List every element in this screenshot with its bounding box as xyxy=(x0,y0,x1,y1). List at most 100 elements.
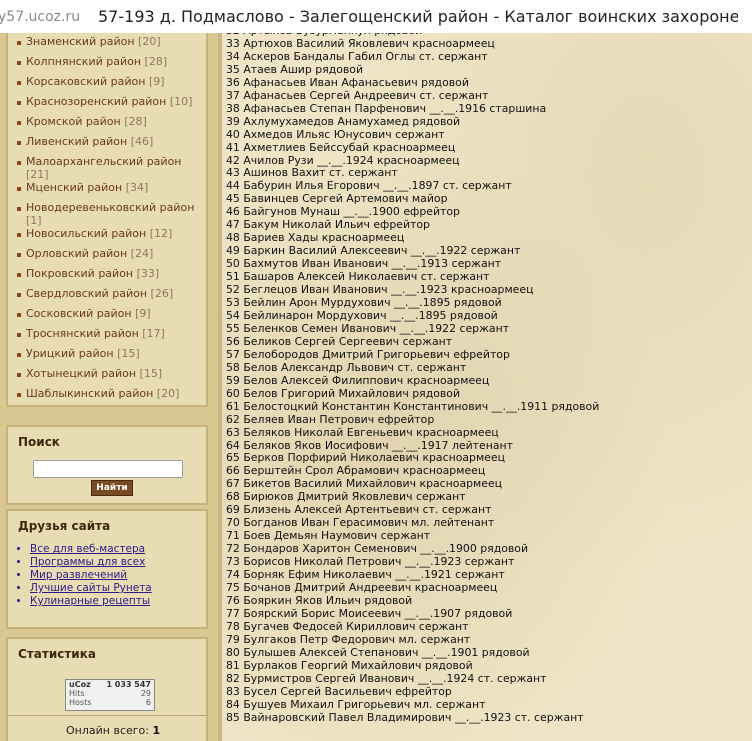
region-item[interactable]: Малоархангельский район [21] xyxy=(8,155,206,181)
sidebar: Знаменский район [20] Колпнянский район [… xyxy=(0,33,218,741)
burial-entry: 54 Бейлинарон Мордухович __.__.1895 рядо… xyxy=(226,308,498,322)
region-link[interactable]: Сосковский район xyxy=(26,307,132,320)
region-item[interactable]: Знаменский район [20] xyxy=(8,35,206,55)
counter-brand: uCoz xyxy=(69,680,91,689)
region-count: [20] xyxy=(138,35,161,48)
online-value: 1 xyxy=(152,724,161,737)
friends-title: Друзья сайта xyxy=(18,519,111,533)
burial-entry: 36 Афанасьев Иван Афанасьевич рядовой xyxy=(226,75,469,89)
search-button[interactable]: Найти xyxy=(91,480,133,496)
page-title: 57-193 д. Подмаслово - Залегощенский рай… xyxy=(98,7,738,26)
burial-entry: 77 Боярский Борис Моисеевич __.__.1907 р… xyxy=(226,606,513,620)
region-link[interactable]: Новодеревеньковский район xyxy=(26,201,194,214)
region-item[interactable]: Сосковский район [9] xyxy=(8,307,206,327)
region-item[interactable]: Мценский район [34] xyxy=(8,181,206,201)
region-count: [1] xyxy=(26,214,42,227)
search-input[interactable] xyxy=(33,460,183,478)
region-item[interactable]: Корсаковский район [9] xyxy=(8,75,206,95)
friend-link[interactable]: Лучшие сайты Рунета xyxy=(30,582,206,595)
region-link[interactable]: Троснянский район xyxy=(26,327,139,340)
region-link[interactable]: Покровский район xyxy=(26,267,133,280)
region-count: [28] xyxy=(124,115,147,128)
region-count: [26] xyxy=(150,287,174,300)
friend-link[interactable]: Все для веб-мастера xyxy=(30,543,206,556)
hits-value: 29 xyxy=(140,689,151,698)
burial-entry-list: 32 Артыков Бузурманкул рядовой33 Артюхов… xyxy=(226,33,599,724)
region-item[interactable]: Колпнянский район [28] xyxy=(8,55,206,75)
region-count: [21] xyxy=(26,168,49,181)
region-list: Знаменский район [20] Колпнянский район [… xyxy=(8,33,206,407)
region-count: [17] xyxy=(142,327,165,340)
region-link[interactable]: Краснозоренский район xyxy=(26,95,166,108)
region-item[interactable]: Орловский район [24] xyxy=(8,247,206,267)
search-panel: Поиск Найти xyxy=(6,425,208,505)
region-item[interactable]: Новодеревеньковский район [1] xyxy=(8,201,206,227)
online-label: Онлайн всего: xyxy=(66,724,149,737)
region-link[interactable]: Орловский район xyxy=(26,247,127,260)
region-link[interactable]: Малоархангельский район xyxy=(26,155,182,168)
friend-link[interactable]: Программы для всех xyxy=(30,556,206,569)
region-item[interactable]: Троснянский район [17] xyxy=(8,327,206,347)
burial-entry: 79 Булгаков Петр Федорович мл. сержант xyxy=(226,632,471,646)
region-count: [46] xyxy=(130,135,154,148)
burial-entry: 76 Бояркин Яков Ильич рядовой xyxy=(226,593,413,607)
search-title: Поиск xyxy=(18,435,60,449)
burial-entry: 41 Ахметлиев Бейссубай красноармеец xyxy=(226,140,456,154)
region-item[interactable]: Урицкий район [15] xyxy=(8,347,206,367)
region-count: [34] xyxy=(125,181,149,194)
region-link[interactable]: Ливенский район xyxy=(26,135,127,148)
region-item[interactable]: Свердловский район [26] xyxy=(8,287,206,307)
burial-entry: 58 Белов Александр Львович ст. сержант xyxy=(226,360,467,374)
region-link[interactable]: Знаменский район xyxy=(26,35,135,48)
burial-entry: 60 Белов Григорий Михайлович рядовой xyxy=(226,386,461,400)
region-count: [9] xyxy=(148,75,165,88)
burial-entry: 55 Беленков Семен Иванович __.__.1922 се… xyxy=(226,321,510,335)
burial-entry: 56 Беликов Сергей Сергеевич сержант xyxy=(226,334,453,348)
burial-entry: 62 Беляев Иван Петрович ефрейтор xyxy=(226,412,435,426)
region-count: [28] xyxy=(144,55,168,68)
burial-entry: 63 Беляков Николай Евгеньевич красноарме… xyxy=(226,425,499,439)
stats-divider xyxy=(8,715,206,716)
burial-entry: 38 Афанасьев Степан Парфенович __.__.191… xyxy=(226,101,547,115)
friend-link[interactable]: Мир развлечений xyxy=(30,569,206,582)
region-item[interactable]: Кромской район [28] xyxy=(8,115,206,135)
burial-entry: 61 Белостоцкий Константин Константинович… xyxy=(226,399,600,413)
region-item[interactable]: Ливенский район [46] xyxy=(8,135,206,155)
burial-entry: 37 Афанасьев Сергей Андреевич ст. сержан… xyxy=(226,88,489,102)
burial-entry: 85 Вайнаровский Павел Владимирович __.__… xyxy=(226,710,584,724)
region-link[interactable]: Корсаковский район xyxy=(26,75,145,88)
burial-entry: 35 Атаев Ашир рядовой xyxy=(226,62,364,76)
burial-entry: 84 Бушуев Михаил Григорьевич мл. сержант xyxy=(226,697,486,711)
burial-entry: 82 Бурмистров Сергей Иванович __.__.1924… xyxy=(226,671,547,685)
region-count: [10] xyxy=(169,95,193,108)
burial-entry: 39 Ахлумухамедов Анамухамед рядовой xyxy=(226,114,461,128)
region-link[interactable]: Новосильский район xyxy=(26,227,146,240)
region-count: [20] xyxy=(156,387,180,400)
burial-entry: 80 Булышев Алексей Степанович __.__.1901… xyxy=(226,645,530,659)
burial-entry: 57 Белобородов Дмитрий Григорьевич ефрей… xyxy=(226,347,510,361)
region-item[interactable]: Хотынецкий район [15] xyxy=(8,367,206,387)
region-count: [15] xyxy=(117,347,140,360)
site-domain[interactable]: y57.ucoz.ru xyxy=(0,9,86,25)
region-item[interactable]: Покровский район [33] xyxy=(8,267,206,287)
region-link[interactable]: Свердловский район xyxy=(26,287,147,300)
friends-panel: Друзья сайта Все для веб-мастераПрограмм… xyxy=(6,509,208,629)
region-link[interactable]: Колпнянский район xyxy=(26,55,141,68)
friends-list: Все для веб-мастераПрограммы для всехМир… xyxy=(8,543,206,608)
region-item[interactable]: Новосильский район [12] xyxy=(8,227,206,247)
friend-link[interactable]: Кулинарные рецепты xyxy=(30,595,206,608)
region-item[interactable]: Краснозоренский район [10] xyxy=(8,95,206,115)
region-link[interactable]: Хотынецкий район xyxy=(26,367,136,380)
region-link[interactable]: Мценский район xyxy=(26,181,122,194)
burial-entry: 59 Белов Алексей Филиппович красноармеец xyxy=(226,373,490,387)
hosts-label: Hosts xyxy=(69,698,92,707)
burial-entry: 40 Ахмедов Ильяс Юнусович сержант xyxy=(226,127,445,141)
region-link[interactable]: Шаблыкинский район xyxy=(26,387,153,400)
region-count: [24] xyxy=(130,247,154,260)
region-link[interactable]: Кромской район xyxy=(26,115,121,128)
region-link[interactable]: Урицкий район xyxy=(26,347,114,360)
stats-panel: Статистика uCoz 1 033 547 Hits 29 Hosts 6 О… xyxy=(6,637,208,741)
counter-total: 1 033 547 xyxy=(106,680,151,689)
region-item[interactable]: Шаблыкинский район [20] xyxy=(8,387,206,407)
ucoz-counter[interactable]: uCoz 1 033 547 Hits 29 Hosts 6 xyxy=(65,679,155,711)
